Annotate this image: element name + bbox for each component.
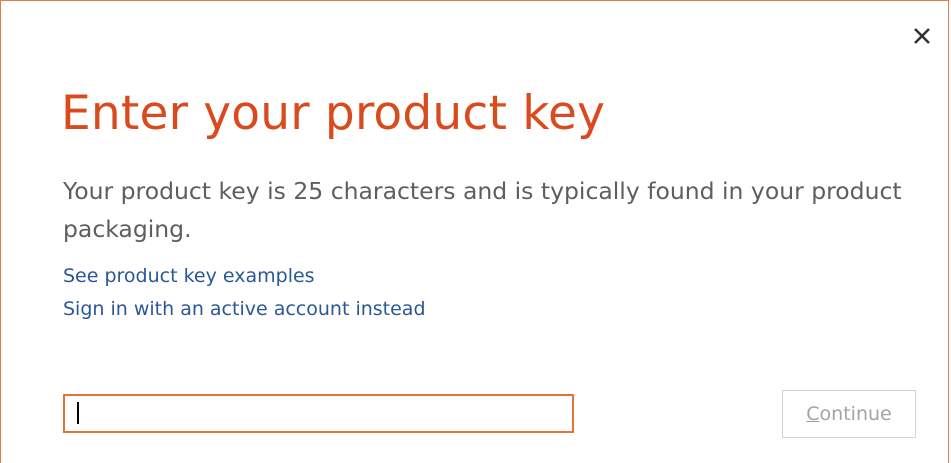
sign-in-active-account-link[interactable]: Sign in with an active account instead <box>63 295 426 323</box>
close-icon <box>914 28 930 44</box>
see-product-key-examples-link[interactable]: See product key examples <box>63 262 315 290</box>
product-key-dialog: Enter your product key Your product key … <box>0 0 949 463</box>
dialog-description: Your product key is 25 characters and is… <box>63 177 902 243</box>
close-button[interactable] <box>910 24 934 48</box>
continue-mnemonic: C <box>806 403 820 425</box>
product-key-input[interactable] <box>63 394 574 433</box>
continue-label: ontinue <box>819 403 892 425</box>
text-caret <box>77 402 79 424</box>
dialog-title: Enter your product key <box>61 86 606 141</box>
continue-button[interactable]: Continue <box>782 390 916 438</box>
